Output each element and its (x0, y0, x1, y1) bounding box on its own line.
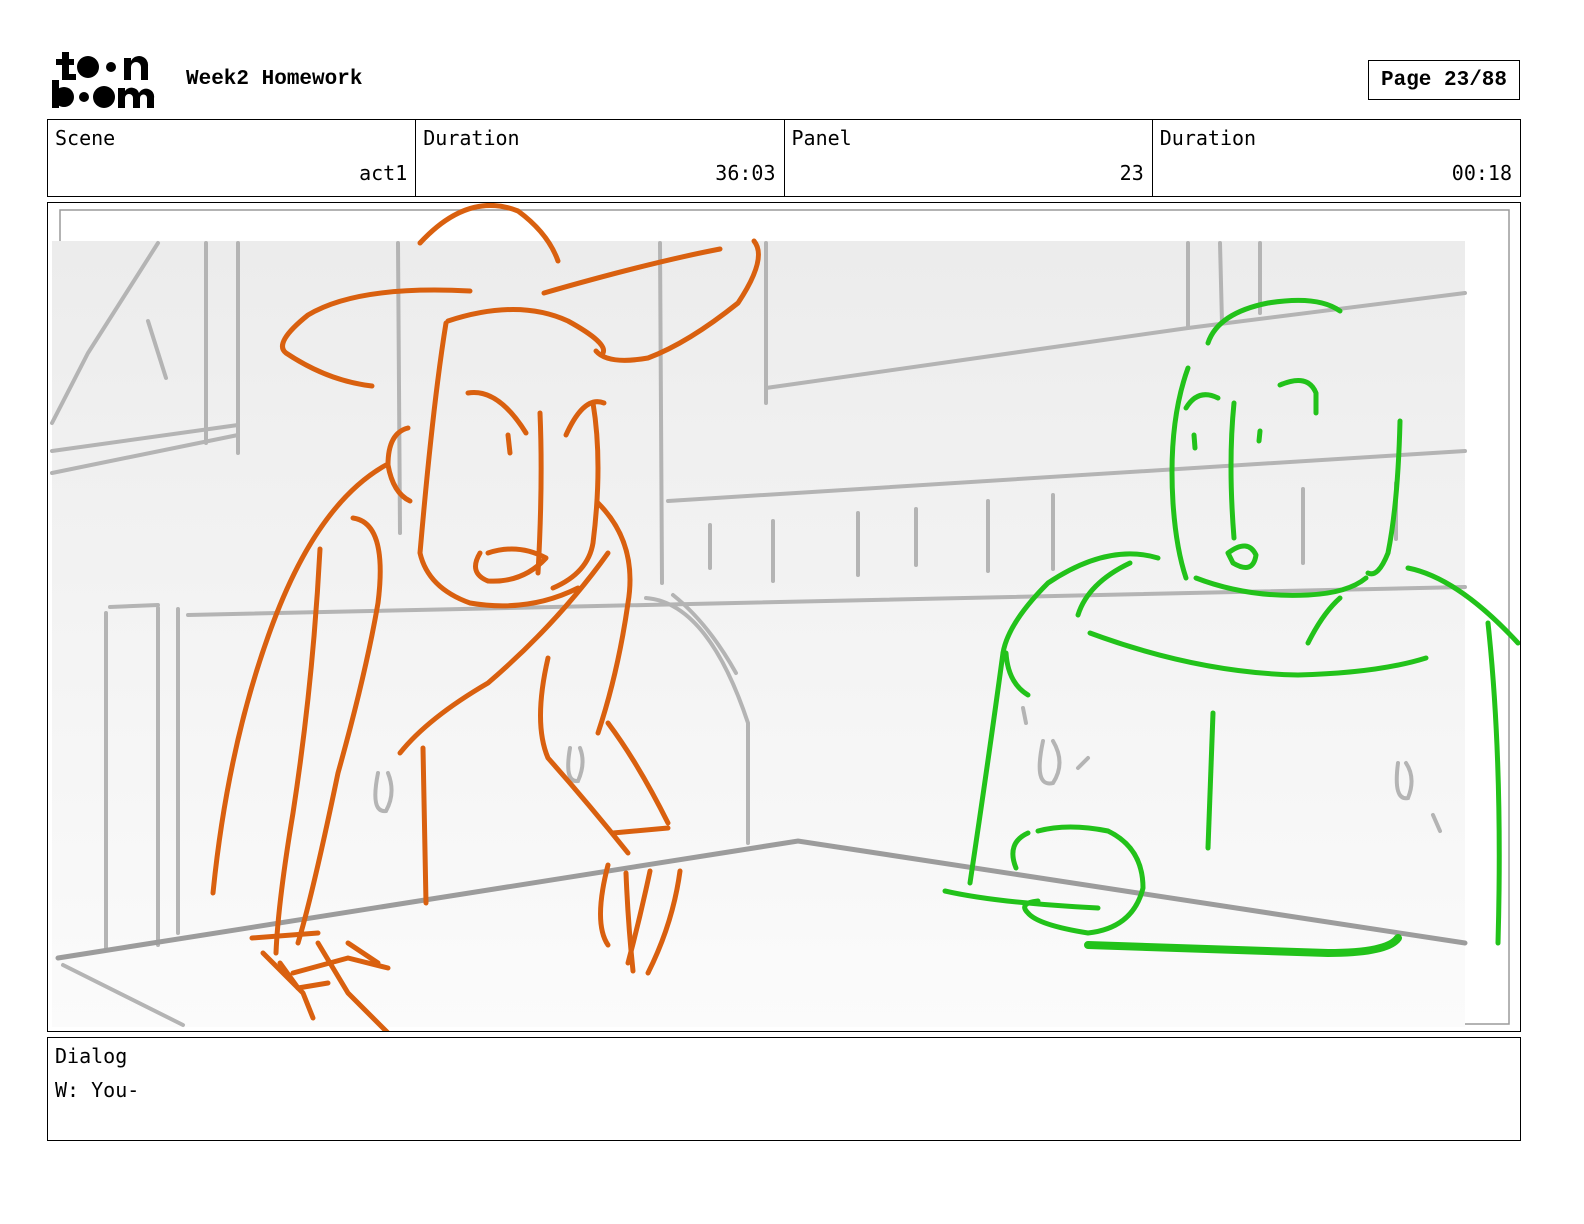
panel-label: Panel (791, 126, 852, 150)
panel-cell: Panel 23 (785, 120, 1153, 196)
panel-drawing (50, 203, 1520, 1031)
scene-label: Scene (55, 126, 116, 150)
dialog-box: Dialog W: You- (47, 1037, 1521, 1141)
scene-info-table: Scene act1 Duration 36:03 Panel 23 Durat… (47, 119, 1521, 197)
panel-duration-value: 00:18 (1451, 161, 1512, 185)
document-title: Week2 Homework (186, 68, 363, 91)
scene-value: act1 (359, 161, 408, 185)
scene-duration-label: Duration (423, 126, 520, 150)
scene-duration-value: 36:03 (715, 161, 776, 185)
page-indicator: Page 23/88 (1368, 60, 1520, 100)
panel-value: 23 (1119, 161, 1144, 185)
toon-boom-logo (52, 52, 155, 108)
scene-duration-cell: Duration 36:03 (416, 120, 785, 196)
panel-duration-cell: Duration 00:18 (1153, 120, 1520, 196)
dialog-text: W: You- (55, 1078, 140, 1102)
storyboard-panel (47, 202, 1521, 1032)
dialog-label: Dialog (55, 1044, 128, 1068)
panel-duration-label: Duration (1159, 126, 1257, 150)
scene-cell: Scene act1 (48, 120, 417, 196)
